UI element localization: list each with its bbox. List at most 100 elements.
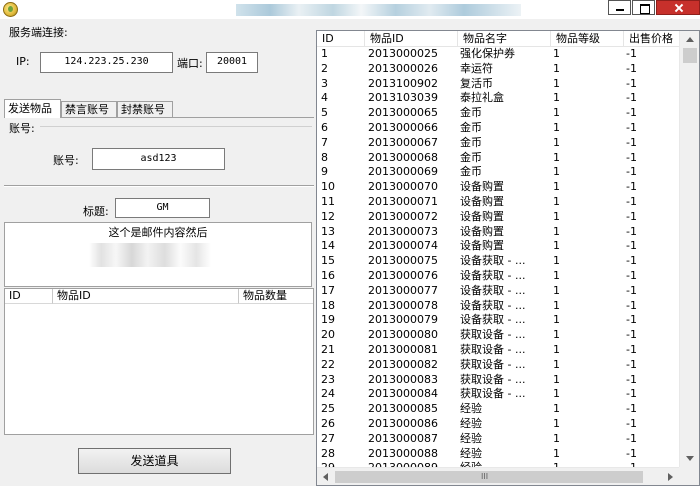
list-item[interactable]: 18 2013000078 设备获取 - ... 1 -1 bbox=[317, 299, 679, 314]
mail-title-label: 标题: bbox=[83, 205, 109, 218]
cell-id: 27 bbox=[321, 431, 335, 445]
scroll-up-icon[interactable] bbox=[680, 31, 699, 48]
list-item[interactable]: 8 2013000068 金币 1 -1 bbox=[317, 151, 679, 166]
list-item[interactable]: 7 2013000067 金币 1 -1 bbox=[317, 136, 679, 151]
list-item[interactable]: 1 2013000025 强化保护券 1 -1 bbox=[317, 47, 679, 62]
cell-item-id: 2013000080 bbox=[368, 328, 438, 342]
list-item[interactable]: 17 2013000077 设备获取 - ... 1 -1 bbox=[317, 284, 679, 299]
scroll-down-icon[interactable] bbox=[680, 450, 699, 467]
server-section-label: 服务端连接: bbox=[9, 26, 68, 39]
ip-input[interactable]: 124.223.25.230 bbox=[40, 52, 173, 73]
cell-sell-price: -1 bbox=[626, 120, 637, 134]
port-input[interactable]: 20001 bbox=[206, 52, 258, 73]
mail-title-input[interactable]: GM bbox=[115, 198, 210, 218]
list-item[interactable]: 25 2013000085 经验 1 -1 bbox=[317, 402, 679, 417]
cell-sell-price: -1 bbox=[626, 387, 637, 401]
list-item[interactable]: 16 2013000076 设备获取 - ... 1 -1 bbox=[317, 269, 679, 284]
list-item[interactable]: 6 2013000066 金币 1 -1 bbox=[317, 121, 679, 136]
cell-sell-price: -1 bbox=[626, 209, 637, 223]
column-header-item-level[interactable]: 物品等级 bbox=[551, 31, 624, 47]
vertical-scrollbar[interactable] bbox=[679, 31, 699, 467]
close-button[interactable] bbox=[656, 0, 700, 15]
list-item[interactable]: 13 2013000073 设备购置 1 -1 bbox=[317, 225, 679, 240]
cell-item-id: 2013000068 bbox=[368, 150, 438, 164]
vertical-scroll-thumb[interactable] bbox=[683, 48, 697, 63]
tab-send-items[interactable]: 发送物品 bbox=[4, 99, 61, 118]
cell-sell-price: -1 bbox=[626, 254, 637, 268]
cell-id: 9 bbox=[321, 165, 328, 179]
account-group-label: 账号: bbox=[9, 122, 35, 135]
list-item[interactable]: 9 2013000069 金币 1 -1 bbox=[317, 165, 679, 180]
cell-sell-price: -1 bbox=[626, 224, 637, 238]
horizontal-scrollbar[interactable]: III bbox=[317, 467, 679, 485]
column-header-id[interactable]: ID bbox=[317, 31, 365, 47]
cell-item-id: 2013000081 bbox=[368, 342, 438, 356]
list-item[interactable]: 19 2013000079 设备获取 - ... 1 -1 bbox=[317, 313, 679, 328]
cell-item-level: 1 bbox=[553, 91, 560, 105]
list-item[interactable]: 14 2013000074 设备购置 1 -1 bbox=[317, 239, 679, 254]
column-header-item-quantity[interactable]: 物品数量 bbox=[239, 289, 313, 304]
list-item[interactable]: 28 2013000088 经验 1 -1 bbox=[317, 447, 679, 462]
column-header-item-id[interactable]: 物品ID bbox=[53, 289, 239, 304]
cell-sell-price: -1 bbox=[626, 135, 637, 149]
list-item[interactable]: 15 2013000075 设备获取 - ... 1 -1 bbox=[317, 254, 679, 269]
cell-item-id: 2013000086 bbox=[368, 416, 438, 430]
list-item[interactable]: 12 2013000072 设备购置 1 -1 bbox=[317, 210, 679, 225]
product-list[interactable]: ID 物品ID 物品名字 物品等级 出售价格 1 2013000025 强化保护券 1… bbox=[316, 30, 700, 486]
divider bbox=[4, 185, 314, 187]
horizontal-scroll-thumb[interactable]: III bbox=[335, 471, 643, 483]
cell-sell-price: -1 bbox=[626, 61, 637, 75]
cell-item-id: 2013000076 bbox=[368, 268, 438, 282]
tab-mute-account[interactable]: 禁言账号 bbox=[61, 101, 117, 118]
list-item[interactable]: 23 2013000083 获取设备 - ... 1 -1 bbox=[317, 373, 679, 388]
cell-sell-price: -1 bbox=[626, 431, 637, 445]
cell-item-name: 金币 bbox=[460, 135, 482, 149]
scroll-right-icon[interactable] bbox=[662, 468, 679, 485]
list-item[interactable]: 3 2013100902 复活币 1 -1 bbox=[317, 77, 679, 92]
cell-id: 2 bbox=[321, 61, 328, 75]
minimize-button[interactable] bbox=[608, 0, 631, 15]
attached-items-list[interactable]: ID 物品ID 物品数量 bbox=[4, 288, 314, 435]
list-item[interactable]: 21 2013000081 获取设备 - ... 1 -1 bbox=[317, 343, 679, 358]
cell-sell-price: -1 bbox=[626, 313, 637, 327]
column-header-id[interactable]: ID bbox=[5, 289, 53, 304]
cell-sell-price: -1 bbox=[626, 165, 637, 179]
cell-item-level: 1 bbox=[553, 431, 560, 445]
list-item[interactable]: 10 2013000070 设备购置 1 -1 bbox=[317, 180, 679, 195]
list-item[interactable]: 20 2013000080 获取设备 - ... 1 -1 bbox=[317, 328, 679, 343]
tab-ban-account[interactable]: 封禁账号 bbox=[117, 101, 173, 118]
list-item[interactable]: 27 2013000087 经验 1 -1 bbox=[317, 432, 679, 447]
cell-id: 11 bbox=[321, 194, 335, 208]
cell-item-name: 金币 bbox=[460, 165, 482, 179]
window-title-obscured bbox=[236, 4, 521, 16]
send-items-button[interactable]: 发送道具 bbox=[78, 448, 231, 474]
list-item[interactable]: 11 2013000071 设备购置 1 -1 bbox=[317, 195, 679, 210]
cell-id: 14 bbox=[321, 239, 335, 253]
account-input[interactable]: asd123 bbox=[92, 148, 225, 170]
list-item[interactable]: 4 2013103039 泰拉礼盒 1 -1 bbox=[317, 91, 679, 106]
cell-item-id: 2013000083 bbox=[368, 372, 438, 386]
list-item[interactable]: 22 2013000082 获取设备 - ... 1 -1 bbox=[317, 358, 679, 373]
column-header-sell-price[interactable]: 出售价格 bbox=[624, 31, 679, 47]
column-header-item-name[interactable]: 物品名字 bbox=[458, 31, 551, 47]
cell-id: 22 bbox=[321, 357, 335, 371]
scroll-left-icon[interactable] bbox=[317, 468, 334, 485]
cell-item-name: 获取设备 - ... bbox=[460, 328, 526, 342]
list-item[interactable]: 2 2013000026 幸运符 1 -1 bbox=[317, 62, 679, 77]
maximize-button[interactable] bbox=[632, 0, 655, 15]
mail-content-text: 这个是邮件内容然后 bbox=[108, 226, 208, 239]
list-item[interactable]: 5 2013000065 金币 1 -1 bbox=[317, 106, 679, 121]
cell-item-level: 1 bbox=[553, 150, 560, 164]
mail-content-textarea[interactable]: 这个是邮件内容然后 bbox=[4, 222, 312, 287]
cell-item-id: 2013000070 bbox=[368, 180, 438, 194]
cell-sell-price: -1 bbox=[626, 106, 637, 120]
cell-item-id: 2013000026 bbox=[368, 61, 438, 75]
cell-item-name: 强化保护券 bbox=[460, 47, 515, 60]
product-list-header: ID 物品ID 物品名字 物品等级 出售价格 bbox=[317, 31, 679, 47]
cell-item-id: 2013000025 bbox=[368, 47, 438, 60]
list-item[interactable]: 26 2013000086 经验 1 -1 bbox=[317, 417, 679, 432]
cell-sell-price: -1 bbox=[626, 328, 637, 342]
column-header-item-id[interactable]: 物品ID bbox=[365, 31, 458, 47]
cell-id: 19 bbox=[321, 313, 335, 327]
list-item[interactable]: 24 2013000084 获取设备 - ... 1 -1 bbox=[317, 387, 679, 402]
